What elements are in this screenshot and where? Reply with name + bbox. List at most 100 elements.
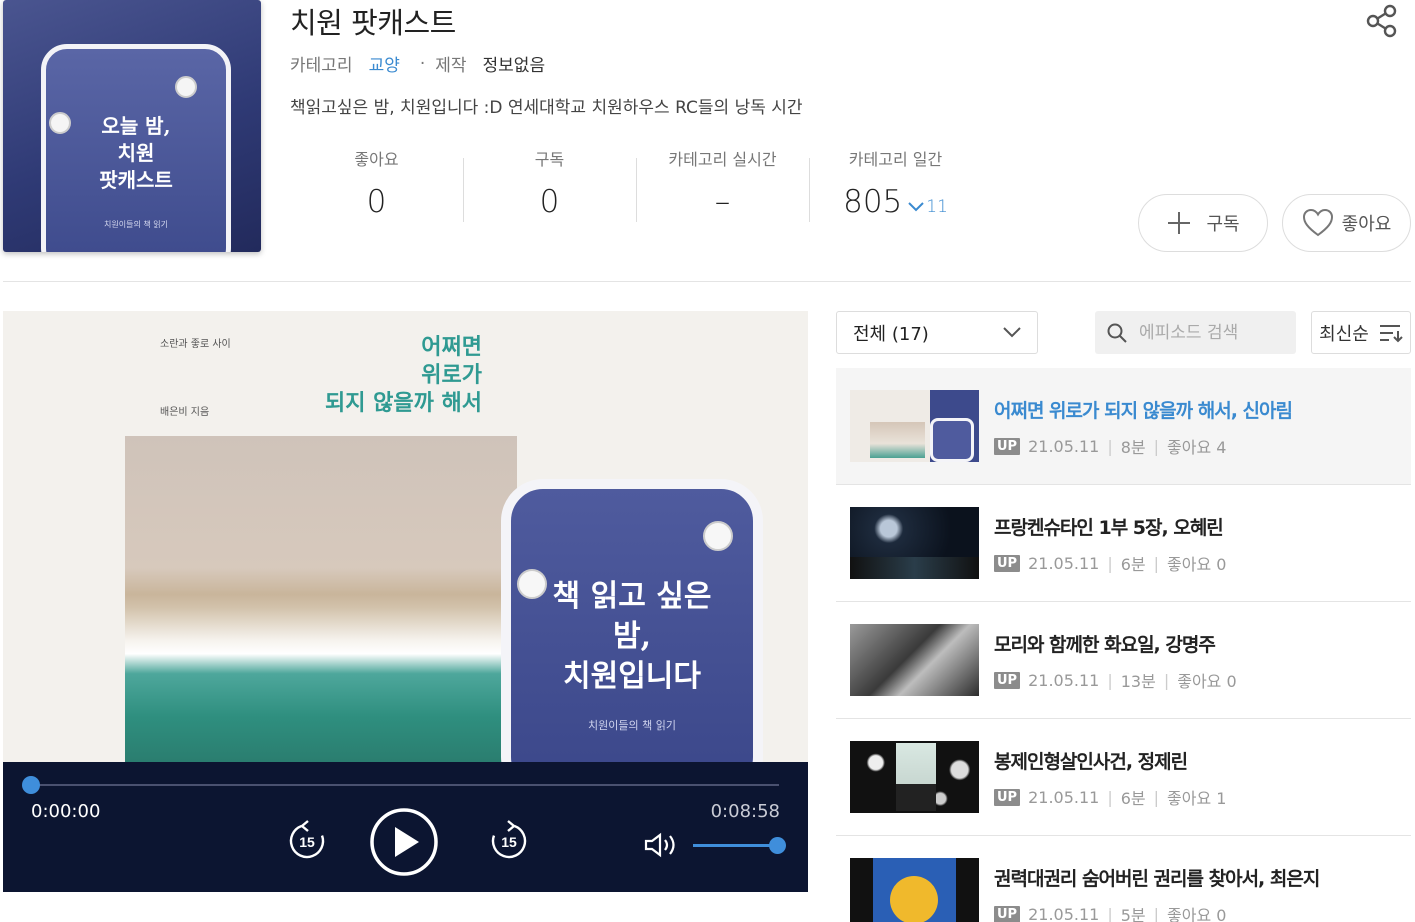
chevron-down-icon xyxy=(1003,327,1021,338)
meta-separator: | xyxy=(1107,787,1113,807)
search-icon[interactable] xyxy=(1107,323,1127,343)
cover-title: 오늘 밤, 치원 팟캐스트 xyxy=(46,113,226,194)
cover-title-line: 치원 xyxy=(117,141,155,165)
up-badge: UP xyxy=(994,788,1021,806)
progress-handle[interactable] xyxy=(22,776,40,794)
rank-change-value: 11 xyxy=(926,197,948,217)
artwork-beach-image xyxy=(125,436,517,766)
podcast-description: 책읽고싶은 밤, 치원입니다 :D 연세대학교 치원하우스 RC들의 낭독 시간 xyxy=(290,98,803,118)
episode-search xyxy=(1095,311,1296,354)
volume-icon[interactable] xyxy=(643,832,679,858)
artwork-phone-subtitle: 치원이들의 책 읽기 xyxy=(588,719,676,732)
forward-seconds: 15 xyxy=(501,834,517,850)
episode-list: 어쩌면 위로가 되지 않을까 해서, 신아림 UP 21.05.11 | 8분 … xyxy=(836,368,1411,922)
progress-bar[interactable] xyxy=(22,776,779,794)
stat-category-daily: 카테고리 일간 805 11 xyxy=(809,146,982,222)
plus-icon xyxy=(1168,212,1191,234)
episode-item[interactable]: 봉제인형살인사건, 정제린 UP 21.05.11 | 6분 | 좋아요 1 xyxy=(836,719,1411,836)
subscribe-button[interactable]: 구독 xyxy=(1138,194,1268,252)
forward-15-icon[interactable]: 15 xyxy=(488,820,530,862)
producer-label: 제작 xyxy=(435,56,467,76)
podcast-title: 치원 팟캐스트 xyxy=(290,6,456,40)
episode-item[interactable]: 권력대권리 숨어버린 권리를 찾아서, 최은지 UP 21.05.11 | 5분… xyxy=(836,836,1411,922)
stats-bar: 좋아요 0 구독 0 카테고리 실시간 – 카테고리 일간 805 11 xyxy=(290,146,982,222)
meta-separator: | xyxy=(1153,787,1160,807)
filter-selected-value: 전체 (17) xyxy=(853,323,929,345)
volume-slider[interactable] xyxy=(693,837,786,854)
player-controls: 0:00:00 0:08:58 15 15 xyxy=(3,762,808,892)
episode-thumbnail xyxy=(850,624,979,696)
share-icon[interactable] xyxy=(1365,4,1399,38)
artwork-phone-line: 치원입니다 xyxy=(563,659,701,694)
episode-date: 21.05.11 xyxy=(1028,787,1100,807)
stat-subscribers: 구독 0 xyxy=(463,146,636,222)
episode-thumbnail xyxy=(850,741,979,813)
earphone-icon xyxy=(175,76,197,98)
episode-duration: 6분 xyxy=(1120,555,1146,574)
cover-phone-illustration: 오늘 밤, 치원 팟캐스트 치원이들의 책 읽기 xyxy=(41,44,231,252)
like-button[interactable]: 좋아요 xyxy=(1282,194,1411,252)
heart-icon xyxy=(1302,208,1333,237)
up-badge: UP xyxy=(994,554,1021,572)
episode-likes: 좋아요 1 xyxy=(1167,789,1227,808)
podcast-meta: 카테고리 교양 · 제작 정보없음 xyxy=(290,51,545,77)
episode-search-input[interactable] xyxy=(1139,322,1289,343)
episode-date: 21.05.11 xyxy=(1028,553,1100,573)
episode-duration: 13분 xyxy=(1120,672,1156,691)
category-label: 카테고리 xyxy=(290,56,353,76)
rewind-15-icon[interactable]: 15 xyxy=(286,820,328,862)
episode-item[interactable]: 프랑켄슈타인 1부 5장, 오혜린 UP 21.05.11 | 6분 | 좋아요… xyxy=(836,485,1411,602)
cover-subtitle: 치원이들의 책 읽기 xyxy=(104,220,168,229)
stat-value: 0 xyxy=(539,184,560,220)
earphone-icon xyxy=(49,112,71,134)
earphone-icon xyxy=(517,569,547,599)
audio-player: 소란과 좋로 사이 배은비 지음 어쩌면 위로가 되지 않을까 해서 책 읽고 … xyxy=(3,311,808,892)
stat-likes: 좋아요 0 xyxy=(290,146,463,220)
episode-item[interactable]: 어쩌면 위로가 되지 않을까 해서, 신아림 UP 21.05.11 | 8분 … xyxy=(836,368,1411,485)
artwork-title-line: 어쩌면 xyxy=(421,334,482,360)
volume-fill xyxy=(693,844,777,847)
stat-value: 0 xyxy=(366,184,387,220)
cover-title-line: 오늘 밤, xyxy=(101,114,171,138)
episode-title: 봉제인형살인사건, 정제린 xyxy=(994,751,1188,773)
stat-label: 카테고리 실시간 xyxy=(668,150,777,169)
category-link[interactable]: 교양 xyxy=(369,51,400,76)
section-divider xyxy=(3,281,1411,282)
meta-separator: | xyxy=(1153,904,1160,922)
meta-separator: | xyxy=(1107,670,1113,690)
rank-change: 11 xyxy=(908,197,948,217)
stat-value: – xyxy=(714,184,731,220)
episode-date: 21.05.11 xyxy=(1028,670,1100,690)
meta-separator: | xyxy=(1163,670,1170,690)
stat-category-realtime: 카테고리 실시간 – xyxy=(636,146,809,222)
play-icon[interactable] xyxy=(369,807,439,877)
episode-date: 21.05.11 xyxy=(1028,436,1100,456)
artwork-phone-line: 밤, xyxy=(612,619,652,654)
episode-meta: UP 21.05.11 | 13분 | 좋아요 0 xyxy=(994,668,1237,692)
artwork-phone-line: 책 읽고 싶은 xyxy=(552,579,712,614)
meta-separator: | xyxy=(1107,904,1113,922)
episode-filter-select[interactable]: 전체 (17) xyxy=(836,311,1038,354)
episode-duration: 5분 xyxy=(1120,906,1146,922)
sort-button[interactable]: 최신순 xyxy=(1311,311,1411,354)
cover-title-line: 팟캐스트 xyxy=(99,168,173,192)
episode-title: 어쩌면 위로가 되지 않을까 해서, 신아림 xyxy=(994,400,1293,422)
artwork-title-line: 위로가 xyxy=(421,362,482,388)
like-label: 좋아요 xyxy=(1341,214,1392,235)
episode-likes: 좋아요 0 xyxy=(1177,672,1237,691)
episode-item[interactable]: 모리와 함께한 화요일, 강명주 UP 21.05.11 | 13분 | 좋아요… xyxy=(836,602,1411,719)
chevron-down-icon xyxy=(908,202,924,212)
meta-separator: | xyxy=(1107,436,1113,456)
artwork-publisher: 소란과 좋로 사이 xyxy=(160,339,231,350)
episode-meta: UP 21.05.11 | 5분 | 좋아요 0 xyxy=(994,902,1226,922)
episode-duration: 8분 xyxy=(1120,438,1146,457)
episode-likes: 좋아요 0 xyxy=(1167,555,1227,574)
meta-separator: | xyxy=(1153,553,1160,573)
meta-separator: | xyxy=(1107,553,1113,573)
artwork-author: 배은비 지음 xyxy=(160,407,210,418)
volume-handle[interactable] xyxy=(769,837,786,854)
up-badge: UP xyxy=(994,671,1021,689)
total-time: 0:08:58 xyxy=(710,801,780,822)
meta-separator: | xyxy=(1153,436,1160,456)
episode-likes: 좋아요 0 xyxy=(1167,906,1227,922)
